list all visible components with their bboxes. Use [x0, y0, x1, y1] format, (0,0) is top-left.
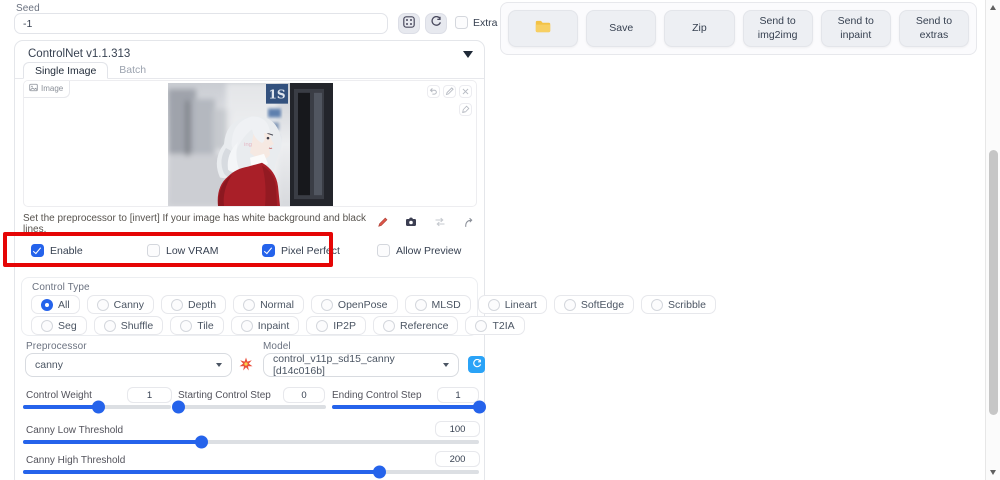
image-component-label: Image — [24, 81, 70, 98]
canny-low-value[interactable]: 100 — [435, 421, 480, 437]
brush-icon[interactable] — [459, 103, 472, 116]
canny-high-value[interactable]: 200 — [435, 451, 480, 467]
control-type-inpaint[interactable]: Inpaint — [231, 316, 300, 335]
control-weight-label: Control Weight — [26, 390, 92, 401]
low-vram-checkbox-box[interactable] — [147, 244, 160, 257]
controlnet-tabbar: Single Image Batch — [15, 62, 484, 79]
undo-icon[interactable] — [427, 85, 440, 98]
reuse-seed-button[interactable] — [425, 13, 447, 34]
pixel-perfect-checkbox[interactable]: Pixel Perfect — [262, 244, 340, 257]
canny-low-label: Canny Low Threshold — [26, 425, 123, 436]
enable-checkbox[interactable]: Enable — [31, 244, 83, 257]
pixel-perfect-checkbox-box[interactable] — [262, 244, 275, 257]
invert-hint-text: Set the preprocessor to [invert] If your… — [23, 213, 377, 235]
extra-checkbox-box[interactable] — [455, 16, 468, 29]
control-type-group: Control Type All Canny Depth Normal Open… — [21, 277, 478, 336]
uploaded-image[interactable]: 1S ing — [168, 83, 333, 206]
seed-input[interactable] — [14, 13, 388, 34]
allow-preview-label: Allow Preview — [396, 245, 461, 257]
control-type-all[interactable]: All — [31, 295, 80, 314]
control-weight-value[interactable]: 1 — [127, 387, 172, 403]
enable-label: Enable — [50, 245, 83, 257]
image-label-text: Image — [41, 84, 63, 93]
send-dimensions-icon[interactable] — [463, 215, 474, 233]
control-type-shuffle[interactable]: Shuffle — [94, 316, 164, 335]
low-vram-checkbox[interactable]: Low VRAM — [147, 244, 219, 257]
control-weight-slider[interactable] — [23, 405, 171, 409]
page-scrollbar[interactable] — [985, 0, 1000, 480]
canny-high-slider[interactable] — [23, 470, 479, 474]
chevron-down-icon — [216, 363, 222, 367]
starting-step-label: Starting Control Step — [178, 390, 271, 401]
send-to-inpaint-button[interactable]: Send to inpaint — [821, 10, 891, 47]
control-type-seg[interactable]: Seg — [31, 316, 87, 335]
edit-pencil-icon[interactable] — [443, 85, 456, 98]
control-type-normal[interactable]: Normal — [233, 295, 304, 314]
preprocessor-label: Preprocessor — [26, 341, 87, 352]
extra-seed-checkbox[interactable]: Extra — [455, 16, 498, 29]
send-to-img2img-button[interactable]: Send to img2img — [743, 10, 813, 47]
tab-batch[interactable]: Batch — [108, 62, 157, 78]
folder-icon — [535, 20, 551, 37]
model-dropdown[interactable]: control_v11p_sd15_canny [d14c016b] — [263, 353, 459, 377]
pixel-perfect-label: Pixel Perfect — [281, 245, 340, 257]
enable-checkbox-box[interactable] — [31, 244, 44, 257]
canny-high-label: Canny High Threshold — [26, 455, 125, 466]
control-type-scribble[interactable]: Scribble — [641, 295, 716, 314]
tab-single-image[interactable]: Single Image — [23, 62, 108, 79]
control-type-depth[interactable]: Depth — [161, 295, 226, 314]
controlnet-title[interactable]: ControlNet v1.1.313 — [28, 48, 130, 60]
control-type-ip2p[interactable]: IP2P — [306, 316, 366, 335]
scroll-down-arrow-icon[interactable] — [990, 470, 996, 475]
control-type-mlsd[interactable]: MLSD — [405, 295, 471, 314]
allow-preview-checkbox[interactable]: Allow Preview — [377, 244, 461, 257]
refresh-icon — [472, 356, 482, 374]
controlnet-panel: ControlNet v1.1.313 Single Image Batch I… — [14, 40, 485, 480]
image-sign-text: 1S — [268, 88, 285, 102]
open-folder-button[interactable] — [508, 10, 578, 47]
control-type-openpose[interactable]: OpenPose — [311, 295, 398, 314]
scrollbar-thumb[interactable] — [989, 150, 998, 415]
ending-step-slider[interactable] — [332, 405, 479, 409]
canny-low-slider[interactable] — [23, 440, 479, 444]
dice-icon — [403, 15, 415, 33]
new-canvas-icon[interactable] — [377, 215, 388, 233]
starting-step-value[interactable]: 0 — [283, 387, 325, 403]
random-seed-button[interactable] — [398, 13, 420, 34]
scroll-up-arrow-icon[interactable] — [990, 5, 996, 10]
image-icon — [29, 83, 38, 94]
control-type-label: Control Type — [32, 282, 90, 293]
save-button[interactable]: Save — [586, 10, 656, 47]
gallery-toolbar: Save Zip Send to img2img Send to inpaint… — [500, 2, 977, 55]
clear-image-icon[interactable] — [459, 85, 472, 98]
control-type-lineart[interactable]: Lineart — [478, 295, 547, 314]
chevron-down-icon — [443, 363, 449, 367]
ending-step-value[interactable]: 1 — [437, 387, 479, 403]
preprocessor-value: canny — [35, 359, 63, 371]
send-to-extras-button[interactable]: Send to extras — [899, 10, 969, 47]
model-value: control_v11p_sd15_canny [d14c016b] — [273, 353, 443, 377]
mirror-webcam-icon[interactable] — [434, 215, 446, 233]
starting-step-slider[interactable] — [178, 405, 326, 409]
recycle-icon — [430, 15, 442, 33]
run-preprocessor-icon[interactable] — [239, 357, 253, 376]
control-type-t2ia[interactable]: T2IA — [465, 316, 524, 335]
image-dropzone[interactable]: Image — [23, 80, 477, 207]
allow-preview-checkbox-box[interactable] — [377, 244, 390, 257]
zip-button[interactable]: Zip — [664, 10, 734, 47]
webcam-icon[interactable] — [405, 215, 417, 233]
svg-text:ing: ing — [244, 142, 252, 148]
control-type-tile[interactable]: Tile — [170, 316, 224, 335]
model-label: Model — [263, 341, 291, 352]
collapse-arrow-icon[interactable] — [463, 51, 473, 58]
extra-checkbox-label: Extra — [473, 17, 498, 29]
ending-step-label: Ending Control Step — [332, 390, 422, 401]
refresh-models-button[interactable] — [468, 356, 485, 373]
control-type-softedge[interactable]: SoftEdge — [554, 295, 634, 314]
preprocessor-dropdown[interactable]: canny — [25, 353, 232, 377]
control-type-canny[interactable]: Canny — [87, 295, 154, 314]
control-type-reference[interactable]: Reference — [373, 316, 458, 335]
low-vram-label: Low VRAM — [166, 245, 219, 257]
